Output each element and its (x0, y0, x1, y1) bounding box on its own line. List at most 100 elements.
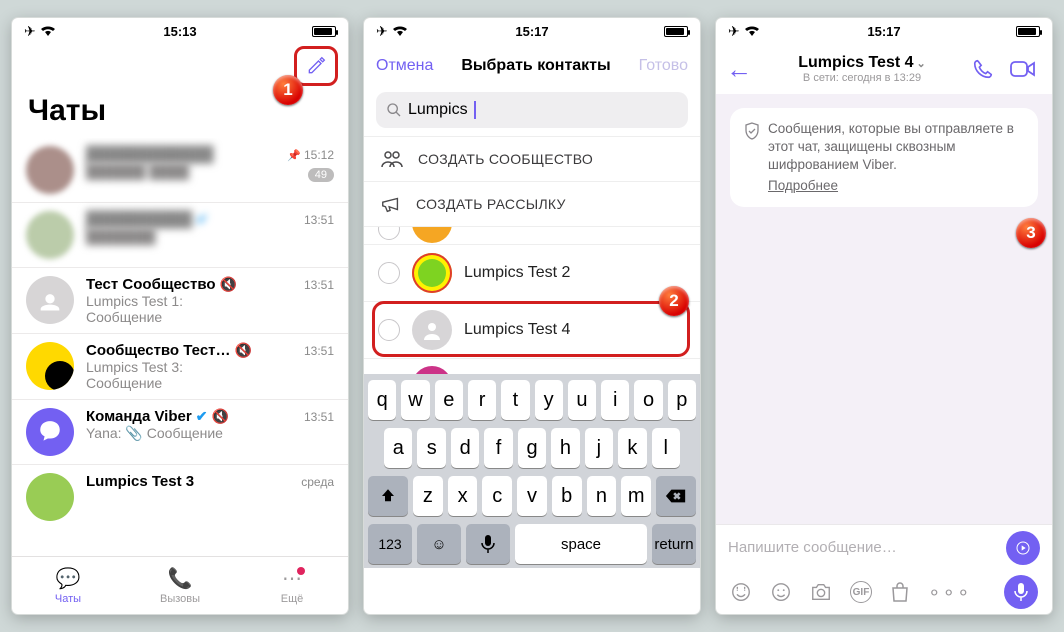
back-button[interactable]: ← (726, 54, 752, 85)
chat-preview: ██████ ████ (86, 163, 334, 179)
shop-icon[interactable] (890, 581, 910, 603)
chat-list[interactable]: ████████████ ██████ ████ 📌 15:12 49 ████… (12, 138, 348, 556)
create-broadcast-button[interactable]: СОЗДАТЬ РАССЫЛКУ (364, 181, 700, 226)
step-marker-3: 3 (1016, 218, 1046, 248)
gif-icon[interactable]: GIF (850, 581, 872, 603)
verified-icon: ✔ (196, 408, 208, 425)
chat-time: среда (301, 475, 334, 489)
camera-icon[interactable] (810, 582, 832, 602)
key-z[interactable]: z (413, 476, 443, 516)
chat-time: 13:51 (304, 410, 334, 424)
key-p[interactable]: p (668, 380, 696, 420)
radio-unchecked[interactable] (378, 319, 400, 341)
contact-name: Lumpics Test 2 (464, 264, 570, 282)
key-y[interactable]: y (535, 380, 563, 420)
chat-body[interactable]: Сообщения, которые вы отправляете в этот… (716, 94, 1052, 524)
key-t[interactable]: t (501, 380, 529, 420)
send-button[interactable] (1006, 531, 1040, 565)
chat-title[interactable]: Lumpics Test 4⌄ (798, 54, 926, 72)
numbers-key[interactable]: 123 (368, 524, 412, 564)
more-icon[interactable]: ∘∘∘ (928, 580, 972, 605)
key-a[interactable]: a (384, 428, 412, 468)
key-r[interactable]: r (468, 380, 496, 420)
compose-button[interactable]: 1 (294, 46, 338, 86)
key-c[interactable]: c (482, 476, 512, 516)
nav-bar: 1 (12, 44, 348, 88)
key-q[interactable]: q (368, 380, 396, 420)
audio-call-button[interactable] (972, 58, 1004, 80)
key-h[interactable]: h (551, 428, 579, 468)
done-button[interactable]: Готово (639, 57, 688, 75)
screen-chats: ✈ 15:13 1 Чаты ████████████ ██████ ████ … (12, 18, 348, 614)
emoji-icon[interactable] (770, 581, 792, 603)
emoji-key[interactable]: ☺ (417, 524, 461, 564)
message-composer[interactable]: Напишите сообщение… (716, 524, 1052, 570)
key-g[interactable]: g (518, 428, 546, 468)
key-e[interactable]: e (435, 380, 463, 420)
shift-key[interactable] (368, 476, 408, 516)
chat-row[interactable]: Сообщество Тест… 🔇 Lumpics Test 3: Сообщ… (12, 333, 348, 399)
key-m[interactable]: m (621, 476, 651, 516)
key-f[interactable]: f (484, 428, 512, 468)
tab-more[interactable]: ⋯Ещё (236, 557, 348, 614)
battery-icon (1016, 26, 1040, 37)
chat-row[interactable]: ██████████✔ ███████ 13:51 (12, 202, 348, 267)
video-call-button[interactable] (1010, 59, 1042, 79)
contact-row[interactable]: Lumpics Test 2 (364, 244, 700, 301)
notification-dot (297, 567, 305, 575)
sticker-icon[interactable] (730, 581, 752, 603)
screen-chat: ✈ 15:17 ← Lumpics Test 4⌄ В сети: сегодн… (716, 18, 1052, 614)
avatar (26, 473, 74, 521)
return-key[interactable]: return (652, 524, 696, 564)
chat-row[interactable]: Lumpics Test 3 среда (12, 464, 348, 492)
muted-icon: 🔇 (211, 408, 228, 425)
key-x[interactable]: x (448, 476, 478, 516)
key-j[interactable]: j (585, 428, 613, 468)
chat-preview: Lumpics Test 1: (86, 293, 334, 309)
status-time: 15:17 (364, 24, 700, 39)
keyboard[interactable]: qwertyuiop asdfghjkl zxcvbnm 123 ☺ space… (364, 374, 700, 568)
key-row: asdfghjkl (368, 428, 696, 468)
learn-more-link[interactable]: Подробнее (768, 177, 1024, 195)
cancel-button[interactable]: Отмена (376, 57, 433, 75)
key-l[interactable]: l (652, 428, 680, 468)
contact-row[interactable] (364, 358, 700, 374)
key-n[interactable]: n (587, 476, 617, 516)
phone-icon: 📞 (168, 566, 193, 591)
chat-row[interactable]: Команда Viber ✔ 🔇 Yana: 📎 Сообщение 13:5… (12, 399, 348, 464)
create-community-button[interactable]: СОЗДАТЬ СООБЩЕСТВО (364, 136, 700, 181)
avatar (412, 310, 452, 350)
contact-row[interactable]: Lumpics Test 4 (364, 301, 700, 358)
space-key[interactable]: space (515, 524, 647, 564)
community-icon (380, 149, 404, 169)
key-d[interactable]: d (451, 428, 479, 468)
chat-row[interactable]: ████████████ ██████ ████ 📌 15:12 49 (12, 138, 348, 202)
key-s[interactable]: s (417, 428, 445, 468)
chat-row[interactable]: Тест Сообщество 🔇 Lumpics Test 1: Сообще… (12, 267, 348, 333)
screen-select-contacts: ✈ 15:17 Отмена Выбрать контакты Готово L… (364, 18, 700, 614)
key-row: qwertyuiop (368, 380, 696, 420)
chat-time: 13:51 (304, 344, 334, 358)
verified-icon: ✔ (196, 211, 208, 228)
search-field[interactable]: Lumpics (376, 92, 688, 128)
key-w[interactable]: w (401, 380, 429, 420)
tab-chats[interactable]: 💬Чаты (12, 557, 124, 614)
backspace-key[interactable] (656, 476, 696, 516)
voice-message-button[interactable] (1004, 575, 1038, 609)
shield-icon (744, 122, 760, 195)
key-v[interactable]: v (517, 476, 547, 516)
key-b[interactable]: b (552, 476, 582, 516)
key-o[interactable]: o (634, 380, 662, 420)
key-u[interactable]: u (568, 380, 596, 420)
key-i[interactable]: i (601, 380, 629, 420)
radio-unchecked[interactable] (378, 262, 400, 284)
battery-icon (312, 26, 336, 37)
avatar (26, 276, 74, 324)
mic-key[interactable] (466, 524, 510, 564)
tab-calls[interactable]: 📞Вызовы (124, 557, 236, 614)
key-k[interactable]: k (618, 428, 646, 468)
avatar (26, 211, 74, 259)
chat-time: 📌 15:12 (287, 148, 334, 162)
contact-row[interactable] (364, 226, 700, 244)
key-row: zxcvbnm (368, 476, 696, 516)
